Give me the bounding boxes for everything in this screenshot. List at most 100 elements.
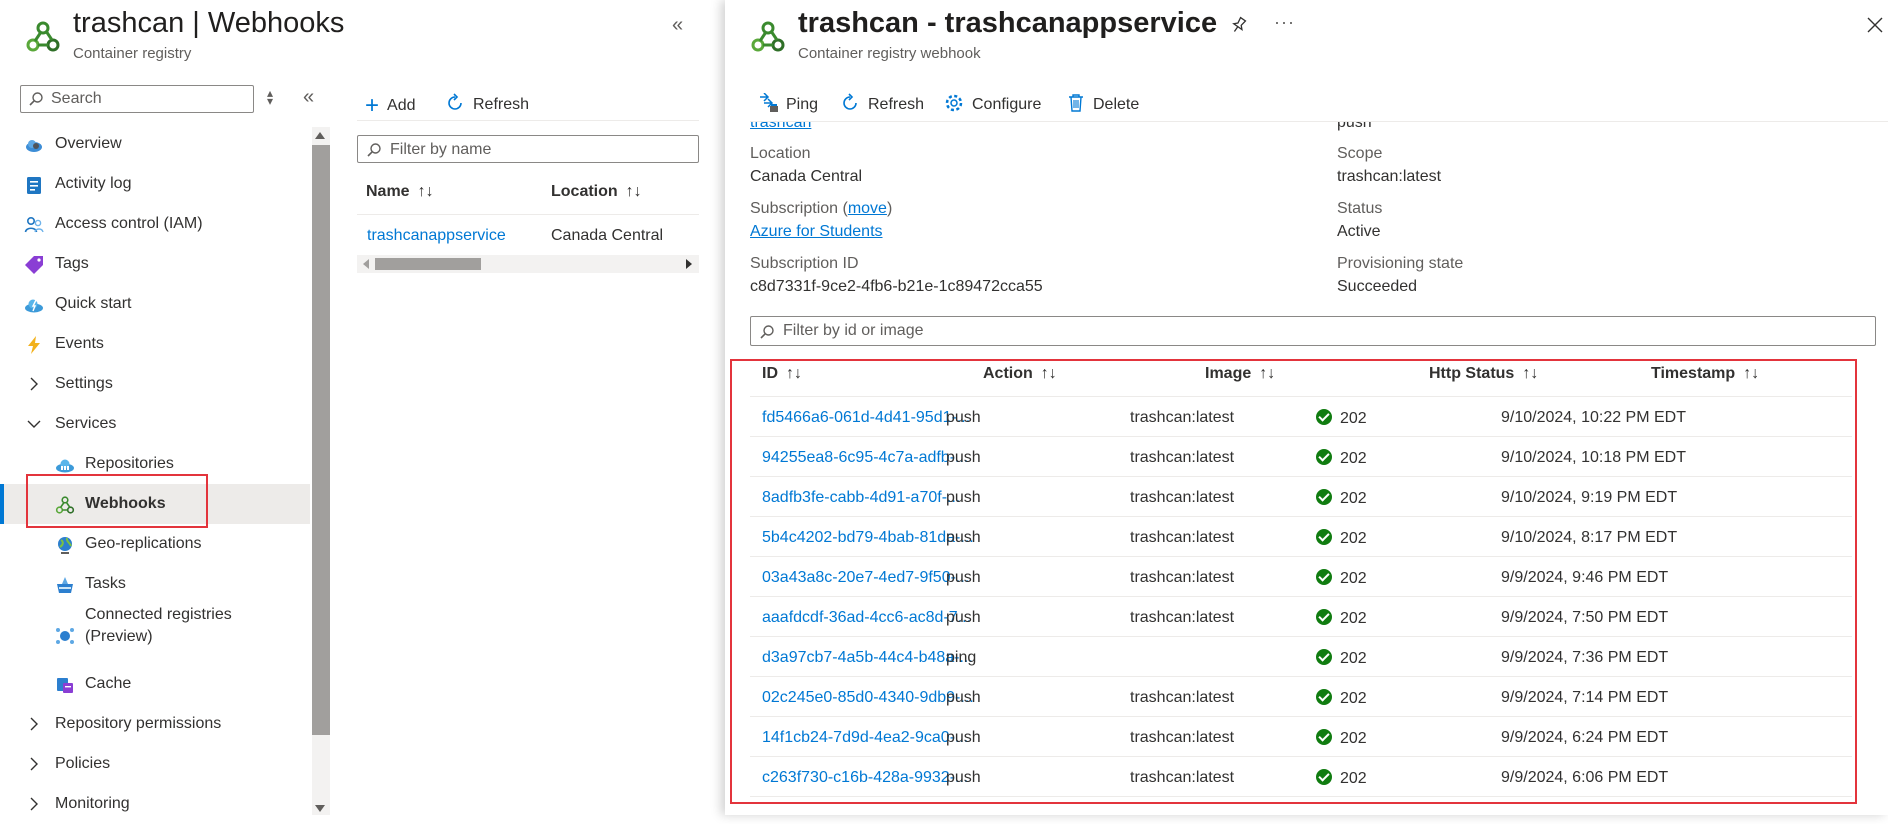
scroll-down-arrow[interactable]	[315, 805, 325, 812]
nav-label: Geo-replications	[85, 535, 202, 552]
nav-group-settings[interactable]: Settings	[0, 364, 310, 404]
nav-label: Cache	[85, 675, 132, 692]
menu-search[interactable]	[20, 85, 254, 113]
people-icon	[24, 216, 44, 233]
events-filter-input[interactable]	[781, 320, 1681, 342]
selected-indicator	[0, 484, 4, 524]
chevron-right-icon	[30, 797, 38, 811]
panel-title: trashcan - trashcanappservice	[798, 7, 1218, 39]
search-icon	[760, 325, 774, 339]
nav-group-monitoring[interactable]: Monitoring	[0, 784, 310, 824]
filter-input[interactable]	[388, 139, 660, 161]
webhooks-blade: trashcan | Webhooks Container registry «…	[0, 0, 725, 815]
menu-scrollbar[interactable]	[312, 127, 330, 815]
collapse-menu-icon[interactable]: «	[303, 86, 314, 109]
nav-label: Tasks	[85, 575, 126, 592]
subscription-label-close: )	[886, 200, 893, 217]
cloud-icon	[26, 140, 42, 152]
webhook-icon	[26, 21, 60, 52]
subscription-id-label: Subscription ID	[750, 255, 859, 272]
refresh-list-button[interactable]: Refresh	[445, 89, 529, 114]
provisioning-state-value: Succeeded	[1337, 278, 1418, 295]
delete-button[interactable]: Delete	[1067, 89, 1139, 114]
page-subtitle: Container registry	[73, 45, 192, 62]
status-value: Active	[1337, 223, 1381, 240]
nav-label: Quick start	[55, 295, 132, 312]
events-filter[interactable]	[750, 316, 1876, 346]
nav-item-geo-replications[interactable]: Geo-replications	[0, 524, 310, 564]
nav-group-repository-permissions[interactable]: Repository permissions	[0, 704, 310, 744]
sort-menu-icon[interactable]: ▴ ▾	[267, 87, 273, 107]
panel-subtitle: Container registry webhook	[798, 45, 981, 62]
toolbar-divider	[357, 120, 699, 121]
scope-value: trashcan:latest	[1337, 168, 1442, 185]
header-divider	[357, 214, 699, 215]
scope-label: Scope	[1337, 145, 1383, 162]
trash-icon	[1069, 94, 1083, 112]
subscription-label: Subscription (move)	[750, 200, 892, 218]
connected-registries-icon	[56, 628, 74, 644]
location-value: Canada Central	[750, 168, 863, 185]
nav-label: Connected registries	[85, 606, 232, 623]
configure-button[interactable]: Configure	[944, 89, 1041, 114]
nav-group-policies[interactable]: Policies	[0, 744, 310, 784]
scroll-left-arrow[interactable]	[363, 259, 369, 269]
nav-item-quick-start[interactable]: Quick start	[0, 284, 310, 324]
chevron-right-icon	[30, 757, 38, 771]
more-options-icon[interactable]: ···	[1274, 12, 1295, 33]
refresh-icon	[843, 93, 857, 110]
list-horizontal-scrollbar[interactable]	[357, 255, 699, 273]
collapse-blade-icon[interactable]: «	[672, 14, 683, 37]
search-input[interactable]	[49, 88, 249, 110]
quickstart-cloud-icon	[25, 299, 43, 313]
close-icon[interactable]	[1866, 16, 1884, 34]
nav-item-access-control[interactable]: Access control (IAM)	[0, 204, 310, 244]
nav-item-tags[interactable]: Tags	[0, 244, 310, 284]
column-label: Location	[551, 183, 618, 200]
subscription-id-value: c8d7331f-9ce2-4fb6-b21e-1c89472cca55	[750, 278, 1043, 295]
refresh-icon	[448, 93, 462, 110]
column-header-name[interactable]: Name ↑↓	[366, 183, 434, 201]
nav-item-cache[interactable]: Cache	[0, 664, 310, 704]
column-header-location[interactable]: Location ↑↓	[551, 183, 642, 201]
nav-item-activity-log[interactable]: Activity log	[0, 164, 310, 204]
nav-label: Policies	[55, 755, 111, 772]
lightning-icon	[28, 336, 40, 354]
subscription-link[interactable]: Azure for Students	[750, 223, 883, 241]
nav-item-tasks[interactable]: Tasks	[0, 564, 310, 604]
nav-item-connected-registries[interactable]: Connected registries (Preview)	[0, 604, 310, 664]
webhook-name-link[interactable]: trashcanappservice	[367, 227, 506, 245]
repositories-cloud-icon	[56, 459, 74, 473]
pin-icon[interactable]	[1230, 16, 1248, 34]
cache-icon	[57, 678, 73, 693]
nav-label: Access control (IAM)	[55, 215, 203, 232]
webhook-detail-panel: trashcan - trashcanappservice Container …	[725, 0, 1888, 815]
location-label: Location	[750, 145, 811, 162]
ping-label: Ping	[786, 96, 819, 113]
properties-viewport: trashcan push Location Canada Central Sc…	[725, 122, 1888, 312]
nav-item-events[interactable]: Events	[0, 324, 310, 364]
add-label: Add	[387, 97, 416, 114]
provisioning-state-label: Provisioning state	[1337, 255, 1464, 272]
registry-link[interactable]: trashcan	[750, 122, 811, 132]
plus-icon: +	[365, 92, 380, 119]
refresh-button[interactable]: Refresh	[840, 89, 924, 114]
nav-item-overview[interactable]: Overview	[0, 124, 310, 164]
add-button[interactable]: + Add	[365, 89, 416, 119]
scroll-up-arrow[interactable]	[315, 132, 325, 139]
ping-button[interactable]: Ping	[758, 89, 818, 114]
nav-label: Activity log	[55, 175, 132, 192]
nav-label: Overview	[55, 135, 122, 152]
nav-label: Tags	[55, 255, 89, 272]
scrollbar-thumb[interactable]	[375, 258, 481, 270]
webhook-icon	[751, 21, 785, 52]
page-title: trashcan | Webhooks	[73, 7, 345, 39]
chevron-down-icon	[27, 420, 41, 428]
move-link[interactable]: move	[848, 200, 887, 217]
webhook-filter[interactable]	[357, 135, 699, 163]
scrollbar-thumb[interactable]	[312, 145, 330, 735]
nav-group-services[interactable]: Services	[0, 404, 310, 444]
nav-label: Settings	[55, 375, 113, 392]
configure-label: Configure	[972, 96, 1042, 113]
scroll-right-arrow[interactable]	[686, 259, 692, 269]
